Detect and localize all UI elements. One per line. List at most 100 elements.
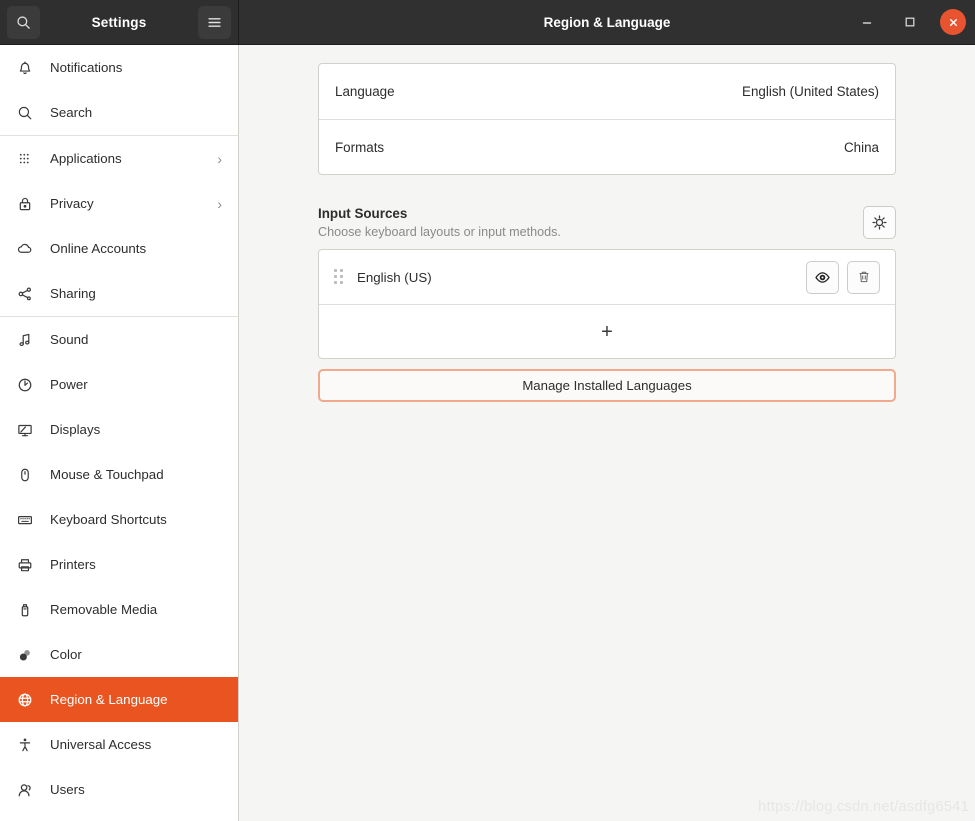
sidebar-item-label: Search bbox=[50, 105, 93, 120]
mouse-icon-wrap bbox=[16, 466, 34, 484]
sidebar-item-displays[interactable]: Displays bbox=[0, 407, 238, 452]
sidebar-item-printers[interactable]: Printers bbox=[0, 542, 238, 587]
preview-layout-button[interactable] bbox=[806, 260, 839, 294]
locale-settings-card: Language English (United States) Formats… bbox=[318, 63, 896, 175]
sidebar-item-online-accounts[interactable]: Online Accounts bbox=[0, 226, 238, 271]
input-sources-subtitle: Choose keyboard layouts or input methods… bbox=[318, 225, 561, 239]
row-language-value: English (United States) bbox=[742, 84, 879, 99]
sidebar-item-removable-media[interactable]: Removable Media bbox=[0, 587, 238, 632]
sidebar-item-label: Users bbox=[50, 782, 85, 797]
sidebar-item-label: Notifications bbox=[50, 60, 123, 75]
music-note-icon bbox=[19, 333, 30, 346]
sidebar-item-sound[interactable]: Sound bbox=[0, 317, 238, 362]
input-sources-title: Input Sources bbox=[318, 206, 408, 221]
printer-icon-wrap bbox=[16, 556, 34, 574]
search-icon bbox=[18, 106, 32, 119]
power-icon bbox=[18, 378, 32, 391]
sidebar-item-universal-access[interactable]: Universal Access bbox=[0, 722, 238, 767]
sidebar-item-label: Displays bbox=[50, 422, 101, 437]
plus-icon: + bbox=[601, 320, 613, 343]
titlebar: Settings Region & Language bbox=[0, 0, 975, 45]
sidebar-item-label: Color bbox=[50, 647, 82, 662]
sidebar-item-label: Keyboard Shortcuts bbox=[50, 512, 167, 527]
usb-drive-icon-wrap bbox=[16, 601, 34, 619]
sidebar-item-label: Universal Access bbox=[50, 737, 152, 752]
maximize-button[interactable] bbox=[897, 9, 923, 35]
monitor-icon-wrap bbox=[16, 421, 34, 439]
user-icon bbox=[18, 783, 31, 796]
accessibility-icon-wrap bbox=[16, 736, 34, 754]
eye-icon bbox=[815, 271, 830, 283]
lock-icon-wrap bbox=[16, 195, 34, 213]
keyboard-icon-wrap bbox=[16, 511, 34, 529]
cloud-icon-wrap bbox=[16, 240, 34, 258]
chevron-right-icon: › bbox=[217, 195, 222, 212]
sidebar-item-label: Mouse & Touchpad bbox=[50, 467, 164, 482]
printer-icon bbox=[18, 558, 32, 571]
sidebar-item-label: Region & Language bbox=[50, 692, 168, 707]
main-content: Language English (United States) Formats… bbox=[239, 45, 975, 821]
input-sources-titles: Input Sources Choose keyboard layouts or… bbox=[318, 206, 863, 239]
titlebar-main-section: Region & Language bbox=[239, 0, 975, 44]
sidebar-item-color[interactable]: Color bbox=[0, 632, 238, 677]
search-icon bbox=[17, 15, 30, 29]
sidebar-item-label: Removable Media bbox=[50, 602, 158, 617]
sidebar-item-notifications[interactable]: Notifications bbox=[0, 45, 238, 90]
gear-icon bbox=[872, 215, 887, 230]
search-button[interactable] bbox=[7, 5, 40, 39]
sidebar-window-title: Settings bbox=[91, 14, 147, 30]
mouse-icon bbox=[21, 468, 29, 481]
window-controls bbox=[854, 9, 966, 35]
remove-input-source-button[interactable] bbox=[847, 260, 880, 294]
settings-window: Settings Region & Language Notifications… bbox=[0, 0, 975, 821]
input-source-row[interactable]: English (US) bbox=[319, 250, 895, 304]
share-nodes-icon bbox=[18, 287, 32, 300]
sidebar-item-label: Printers bbox=[50, 557, 96, 572]
sidebar-item-label: Applications bbox=[50, 151, 122, 166]
globe-icon bbox=[18, 693, 32, 706]
share-nodes-icon-wrap bbox=[16, 285, 34, 303]
minimize-button[interactable] bbox=[854, 9, 880, 35]
sidebar-item-label: Sharing bbox=[50, 286, 96, 301]
sidebar-item-keyboard-shortcuts[interactable]: Keyboard Shortcuts bbox=[0, 497, 238, 542]
usb-drive-icon bbox=[21, 603, 29, 616]
row-formats[interactable]: Formats China bbox=[319, 119, 895, 174]
row-language[interactable]: Language English (United States) bbox=[319, 64, 895, 119]
color-circles-icon-wrap bbox=[16, 646, 34, 664]
sidebar-item-applications[interactable]: Applications › bbox=[0, 136, 238, 181]
bell-icon-wrap bbox=[16, 59, 34, 77]
sidebar-item-privacy[interactable]: Privacy › bbox=[0, 181, 238, 226]
sidebar-item-search[interactable]: Search bbox=[0, 90, 238, 135]
sidebar-item-users[interactable]: Users bbox=[0, 767, 238, 812]
main-menu-button[interactable] bbox=[198, 5, 231, 39]
search-icon-wrap bbox=[16, 104, 34, 122]
hamburger-menu-icon bbox=[208, 17, 221, 27]
row-language-label: Language bbox=[335, 84, 395, 99]
input-sources-header: Input Sources Choose keyboard layouts or… bbox=[318, 206, 896, 239]
sidebar-item-region-language[interactable]: Region & Language bbox=[0, 677, 238, 722]
grid-dots-icon bbox=[19, 153, 29, 163]
sidebar-item-label: Privacy bbox=[50, 196, 94, 211]
add-input-source-button[interactable]: + bbox=[319, 304, 895, 358]
trash-icon bbox=[859, 271, 868, 283]
drag-handle-icon[interactable] bbox=[334, 269, 348, 285]
sidebar-item-power[interactable]: Power bbox=[0, 362, 238, 407]
minimize-icon bbox=[862, 22, 872, 24]
chevron-right-icon: › bbox=[217, 150, 222, 167]
sidebar-item-label: Power bbox=[50, 377, 88, 392]
manage-installed-languages-button[interactable]: Manage Installed Languages bbox=[318, 369, 896, 402]
music-note-icon-wrap bbox=[16, 331, 34, 349]
close-button[interactable] bbox=[940, 9, 966, 35]
lock-icon bbox=[19, 197, 31, 210]
maximize-icon bbox=[905, 17, 915, 27]
window-body: Notifications Search Applications › Privacy ›… bbox=[0, 45, 975, 821]
close-icon bbox=[949, 18, 957, 26]
input-sources-card: English (US) + bbox=[318, 249, 896, 359]
cloud-icon bbox=[17, 243, 32, 253]
sidebar-item-sharing[interactable]: Sharing bbox=[0, 271, 238, 316]
sidebar-item-mouse-touchpad[interactable]: Mouse & Touchpad bbox=[0, 452, 238, 497]
accessibility-icon bbox=[19, 738, 31, 751]
titlebar-sidebar-section: Settings bbox=[0, 0, 239, 44]
keyboard-icon bbox=[18, 515, 32, 524]
input-sources-settings-button[interactable] bbox=[863, 206, 896, 239]
